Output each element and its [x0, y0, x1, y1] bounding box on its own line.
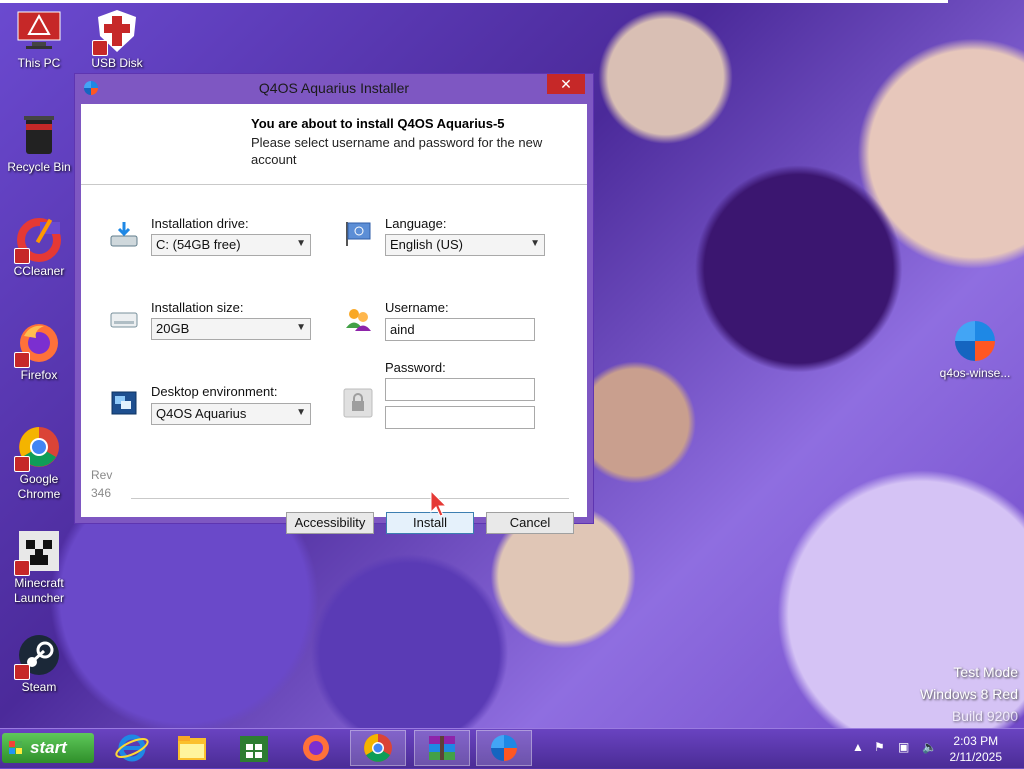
language-select[interactable]: English (US) ▼	[385, 234, 545, 256]
window-title: Q4OS Aquarius Installer	[258, 80, 410, 96]
chrome-icon	[14, 424, 62, 472]
desktop-icon-usb-disk[interactable]: USB Disk	[78, 8, 156, 71]
watermark-line-1: Test Mode	[953, 664, 1018, 680]
header-subtitle: Please select username and password for …	[251, 135, 543, 167]
taskbar-chrome[interactable]	[350, 730, 406, 766]
volume-icon[interactable]: 🔈	[922, 740, 937, 754]
start-button[interactable]: start	[2, 733, 94, 763]
network-icon[interactable]: ▣	[898, 740, 909, 754]
desktop-environment-label: Desktop environment:	[151, 384, 278, 399]
installer-window: Q4OS Aquarius Installer ✕ You are about …	[75, 74, 593, 534]
steam-icon	[14, 632, 62, 680]
desktop-environment-value: Q4OS Aquarius	[156, 406, 247, 421]
desktop-icon-minecraft-launcher[interactable]: Minecraft Launcher	[0, 528, 78, 606]
language-flag-icon	[346, 222, 371, 246]
desktop-icon-label: USB Disk	[91, 56, 143, 70]
installation-size-select[interactable]: 20GB ▼	[151, 318, 311, 340]
desktop-icon-this-pc[interactable]: This PC	[0, 8, 78, 71]
system-clock[interactable]: 2:03 PM 2/11/2025	[950, 733, 1003, 765]
close-icon: ✕	[560, 76, 572, 92]
q4os-installer-icon	[491, 735, 517, 761]
footer-divider	[131, 498, 569, 499]
file-explorer-icon	[178, 736, 206, 760]
username-label: Username:	[385, 300, 449, 315]
this-pc-icon	[16, 8, 62, 54]
password-label: Password:	[385, 360, 446, 375]
desktop-icon-google-chrome[interactable]: Google Chrome	[0, 424, 78, 502]
language-label: Language:	[385, 216, 447, 231]
window-titlebar[interactable]: Q4OS Aquarius Installer ✕	[75, 74, 593, 102]
taskbar-store[interactable]	[226, 730, 282, 766]
show-hidden-icon[interactable]: ▲	[852, 740, 864, 754]
hard-disk-icon	[110, 312, 138, 328]
cancel-button[interactable]: Cancel	[486, 512, 574, 534]
store-icon	[240, 736, 268, 762]
installation-drive-select[interactable]: C: (54GB free) ▼	[151, 234, 311, 256]
chevron-down-icon: ▼	[296, 322, 306, 333]
close-button[interactable]: ✕	[547, 74, 585, 94]
revision-number: 346	[91, 486, 112, 500]
desktop-icon-label: Recycle Bin	[7, 160, 71, 174]
revision-label: Rev	[91, 468, 113, 482]
desktop-icon-steam[interactable]: Steam	[0, 632, 78, 695]
watermark-line-2: Windows 8 Red	[919, 686, 1018, 702]
start-label: start	[30, 738, 67, 757]
desktop-environment-select[interactable]: Q4OS Aquarius ▼	[151, 403, 311, 425]
desktop-icon-label: q4os-winse...	[939, 366, 1011, 380]
usb-disk-icon	[92, 8, 140, 56]
watermark-line-3: Build 9200	[951, 708, 1018, 724]
installation-drive-value: C: (54GB free)	[156, 237, 241, 252]
installation-size-label: Installation size:	[151, 300, 244, 315]
desktop-icon-label: CCleaner	[13, 264, 65, 278]
desktop-icon-q4os-installer[interactable]: q4os-winse...	[936, 318, 1014, 381]
clock-time: 2:03 PM	[953, 734, 999, 748]
users-icon	[346, 309, 371, 331]
installation-size-value: 20GB	[156, 321, 190, 336]
q4os-installer-icon	[952, 318, 998, 364]
header-title: You are about to install Q4OS Aquarius-5	[251, 116, 505, 131]
windows-logo-icon	[9, 741, 22, 754]
desktop-icon-label: This PC	[17, 56, 61, 70]
password-confirm-input[interactable]	[385, 406, 535, 429]
firefox-icon	[303, 735, 329, 761]
language-value: English (US)	[390, 237, 463, 252]
desktop-icon-ccleaner[interactable]: CCleaner	[0, 216, 78, 279]
drive-install-icon	[110, 222, 138, 247]
minecraft-icon	[14, 528, 62, 576]
password-input[interactable]	[385, 378, 535, 401]
ccleaner-icon	[14, 216, 62, 264]
desktop-icon-label: Google Chrome	[17, 472, 61, 501]
desktop-icon-recycle-bin[interactable]: Recycle Bin	[0, 112, 78, 175]
installer-client-area: You are about to install Q4OS Aquarius-5…	[81, 104, 587, 534]
chevron-down-icon: ▼	[296, 407, 306, 418]
desktop-icon-label: Firefox	[20, 368, 58, 382]
clock-date: 2/11/2025	[949, 750, 1003, 764]
accessibility-button[interactable]: Accessibility	[286, 512, 374, 534]
taskbar-file-explorer[interactable]	[164, 730, 220, 766]
chevron-down-icon: ▼	[296, 238, 306, 249]
header-divider	[81, 184, 587, 185]
chevron-down-icon: ▼	[530, 238, 540, 249]
desktop-icon-firefox[interactable]: Firefox	[0, 320, 78, 383]
internet-explorer-icon	[115, 734, 149, 762]
taskbar-firefox[interactable]	[288, 730, 344, 766]
top-white-strip	[0, 0, 948, 3]
recycle-bin-icon	[16, 112, 62, 158]
taskbar-winrar[interactable]	[414, 730, 470, 766]
action-center-flag-icon[interactable]: ⚑	[874, 740, 885, 754]
winrar-icon	[429, 736, 455, 760]
mouse-cursor-icon	[430, 490, 448, 517]
desktop-icon-label: Steam	[21, 680, 57, 694]
lock-icon	[343, 388, 373, 418]
revision-text: Rev 346	[91, 466, 112, 502]
taskbar-q4os-installer[interactable]	[476, 730, 532, 766]
username-input[interactable]: aind	[385, 318, 535, 341]
taskbar: start ▲ ⚑ ▣ 🔈 2:03 PM 2/11/2025	[0, 728, 1024, 768]
chrome-icon	[364, 734, 392, 762]
desktop-icon-label: Minecraft Launcher	[13, 576, 65, 605]
taskbar-internet-explorer[interactable]	[104, 730, 160, 766]
firefox-icon	[14, 320, 62, 368]
installation-drive-label: Installation drive:	[151, 216, 249, 231]
desktop-environment-icon	[111, 391, 137, 415]
